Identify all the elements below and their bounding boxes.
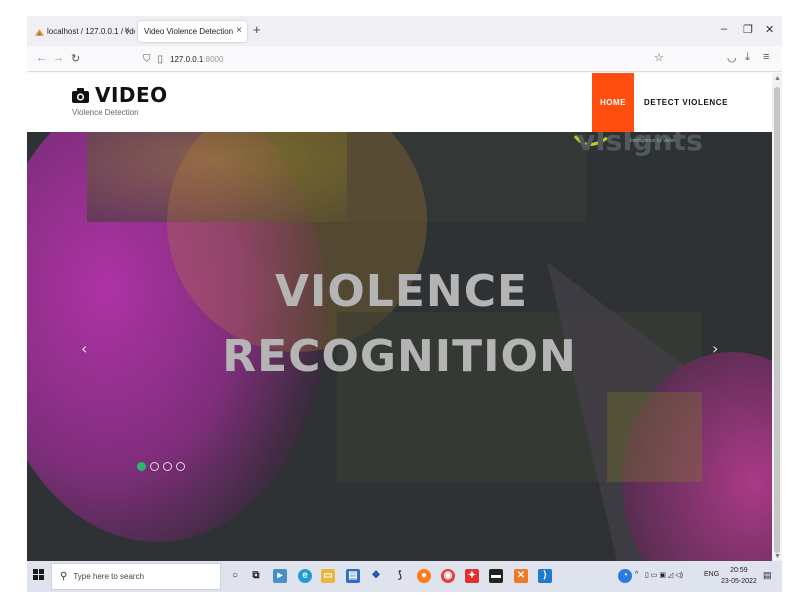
carousel-dot[interactable] <box>176 462 185 471</box>
carousel-prev-icon[interactable]: ‹ <box>81 339 87 358</box>
bookmark-star-icon[interactable]: ☆ <box>654 51 664 64</box>
chrome-icon[interactable]: ◉ <box>441 569 455 583</box>
app-icon-2[interactable]: ⟆ <box>393 569 407 583</box>
menu-icon[interactable]: ≡ <box>763 51 769 63</box>
page-scrollbar[interactable]: ▲ ▼ <box>772 73 782 561</box>
close-tab-icon[interactable]: × <box>236 25 242 36</box>
hero-title-line2: RECOGNITION <box>222 331 577 382</box>
phpmyadmin-icon <box>35 28 44 36</box>
carousel-dot[interactable] <box>137 462 146 471</box>
scroll-down-icon[interactable]: ▼ <box>774 553 781 560</box>
search-placeholder: Type here to search <box>73 572 145 581</box>
logo-subtitle: Violence Detection <box>72 108 139 117</box>
task-view-icon[interactable]: ⧉ <box>249 569 263 583</box>
url-port: :8000 <box>203 54 224 64</box>
navigation-bar: ← → ↻ ⛉ ▯ 127.0.0.1:8000 ☆ ◡ ⤓ ≡ <box>27 46 782 72</box>
carousel-indicators <box>137 462 185 471</box>
edge-icon[interactable]: e <box>298 569 312 583</box>
page-viewport: VIDEO Violence Detection HOME DETECT VIO… <box>27 73 772 561</box>
restore-icon[interactable]: ❐ <box>743 23 753 36</box>
tab-title: Video Violence Detection <box>144 27 234 36</box>
nav-home[interactable]: HOME <box>592 73 634 132</box>
url-host: 127.0.0.1 <box>170 54 204 64</box>
brand-watermark: vIsIgnts <box>577 132 703 157</box>
address-bar[interactable]: ⛉ ▯ 127.0.0.1:8000 <box>143 51 223 67</box>
cortana-icon[interactable]: ○ <box>228 569 242 583</box>
new-tab-icon[interactable]: + <box>253 22 261 37</box>
tray-icons[interactable]: ▯ ▭ ▣ ◿ ◁) <box>645 571 683 579</box>
carousel-dot[interactable] <box>150 462 159 471</box>
windows-start-icon[interactable] <box>33 569 44 580</box>
taskbar-search-input[interactable]: ⚲ Type here to search <box>51 563 221 590</box>
tab-strip: localhost / 127.0.0.1 / vdoapp | × Video… <box>27 16 782 46</box>
file-explorer-icon[interactable]: ▭ <box>321 569 335 583</box>
browser-window: localhost / 127.0.0.1 / vdoapp | × Video… <box>27 16 782 592</box>
xampp-icon[interactable]: ✕ <box>514 569 528 583</box>
tab-phpmyadmin[interactable]: localhost / 127.0.0.1 / vdoapp | × <box>29 21 135 42</box>
tab-active[interactable]: Video Violence Detection × <box>138 21 247 42</box>
site-logo[interactable]: VIDEO Violence Detection <box>72 83 168 117</box>
search-icon: ⚲ <box>60 571 68 582</box>
back-icon[interactable]: ← <box>36 52 47 64</box>
close-window-icon[interactable]: ✕ <box>765 23 774 36</box>
carousel-next-icon[interactable]: › <box>712 339 718 358</box>
pocket-icon[interactable]: ◡ <box>727 51 737 64</box>
download-icon[interactable]: ⤓ <box>745 51 750 64</box>
scrollbar-thumb[interactable] <box>774 87 780 553</box>
system-clock[interactable]: 20:59 23-05-2022 <box>721 565 757 587</box>
hero-title-line1: VIOLENCE <box>274 266 529 317</box>
forward-icon[interactable]: → <box>53 52 64 64</box>
notification-icon[interactable]: ▤ <box>763 570 772 581</box>
app-icon-3[interactable]: ✦ <box>465 569 479 583</box>
firefox-icon[interactable]: ● <box>417 569 431 583</box>
camera-icon <box>72 87 89 103</box>
scroll-up-icon[interactable]: ▲ <box>774 75 781 82</box>
vscode-icon[interactable]: ⟩ <box>538 569 552 583</box>
tray-app-icon[interactable]: ◔ <box>618 569 632 583</box>
shield-icon: ⛉ <box>143 53 151 65</box>
close-tab-icon[interactable]: × <box>124 25 130 36</box>
page-icon: ▯ <box>157 53 164 65</box>
logo-title: VIDEO <box>95 83 168 107</box>
reload-icon[interactable]: ↻ <box>71 52 80 65</box>
windows-taskbar: ⚲ Type here to search ○ ⧉ ▸ e ▭ ▤ ❖ ⟆ ● … <box>27 561 782 592</box>
clock-time: 20:59 <box>730 567 748 574</box>
app-icon-1[interactable]: ▸ <box>273 569 287 583</box>
tab-title: localhost / 127.0.0.1 / vdoapp | <box>47 27 135 36</box>
brand-tagline: Intelligence by vision <box>630 138 677 144</box>
site-header: VIDEO Violence Detection HOME DETECT VIO… <box>27 73 772 132</box>
nav-detect-violence[interactable]: DETECT VIOLENCE <box>644 73 728 132</box>
terminal-icon[interactable]: ▬ <box>489 569 503 583</box>
dropbox-icon[interactable]: ❖ <box>369 569 383 583</box>
clock-date: 23-05-2022 <box>721 578 757 585</box>
carousel-dot[interactable] <box>163 462 172 471</box>
hero-carousel: vIsIgnts Intelligence by vision VIOLENCE… <box>27 132 772 561</box>
tray-chevron-icon[interactable]: ^ <box>635 571 638 578</box>
minimize-icon[interactable]: – <box>721 23 727 35</box>
language-indicator[interactable]: ENG <box>704 571 719 578</box>
store-icon[interactable]: ▤ <box>346 569 360 583</box>
